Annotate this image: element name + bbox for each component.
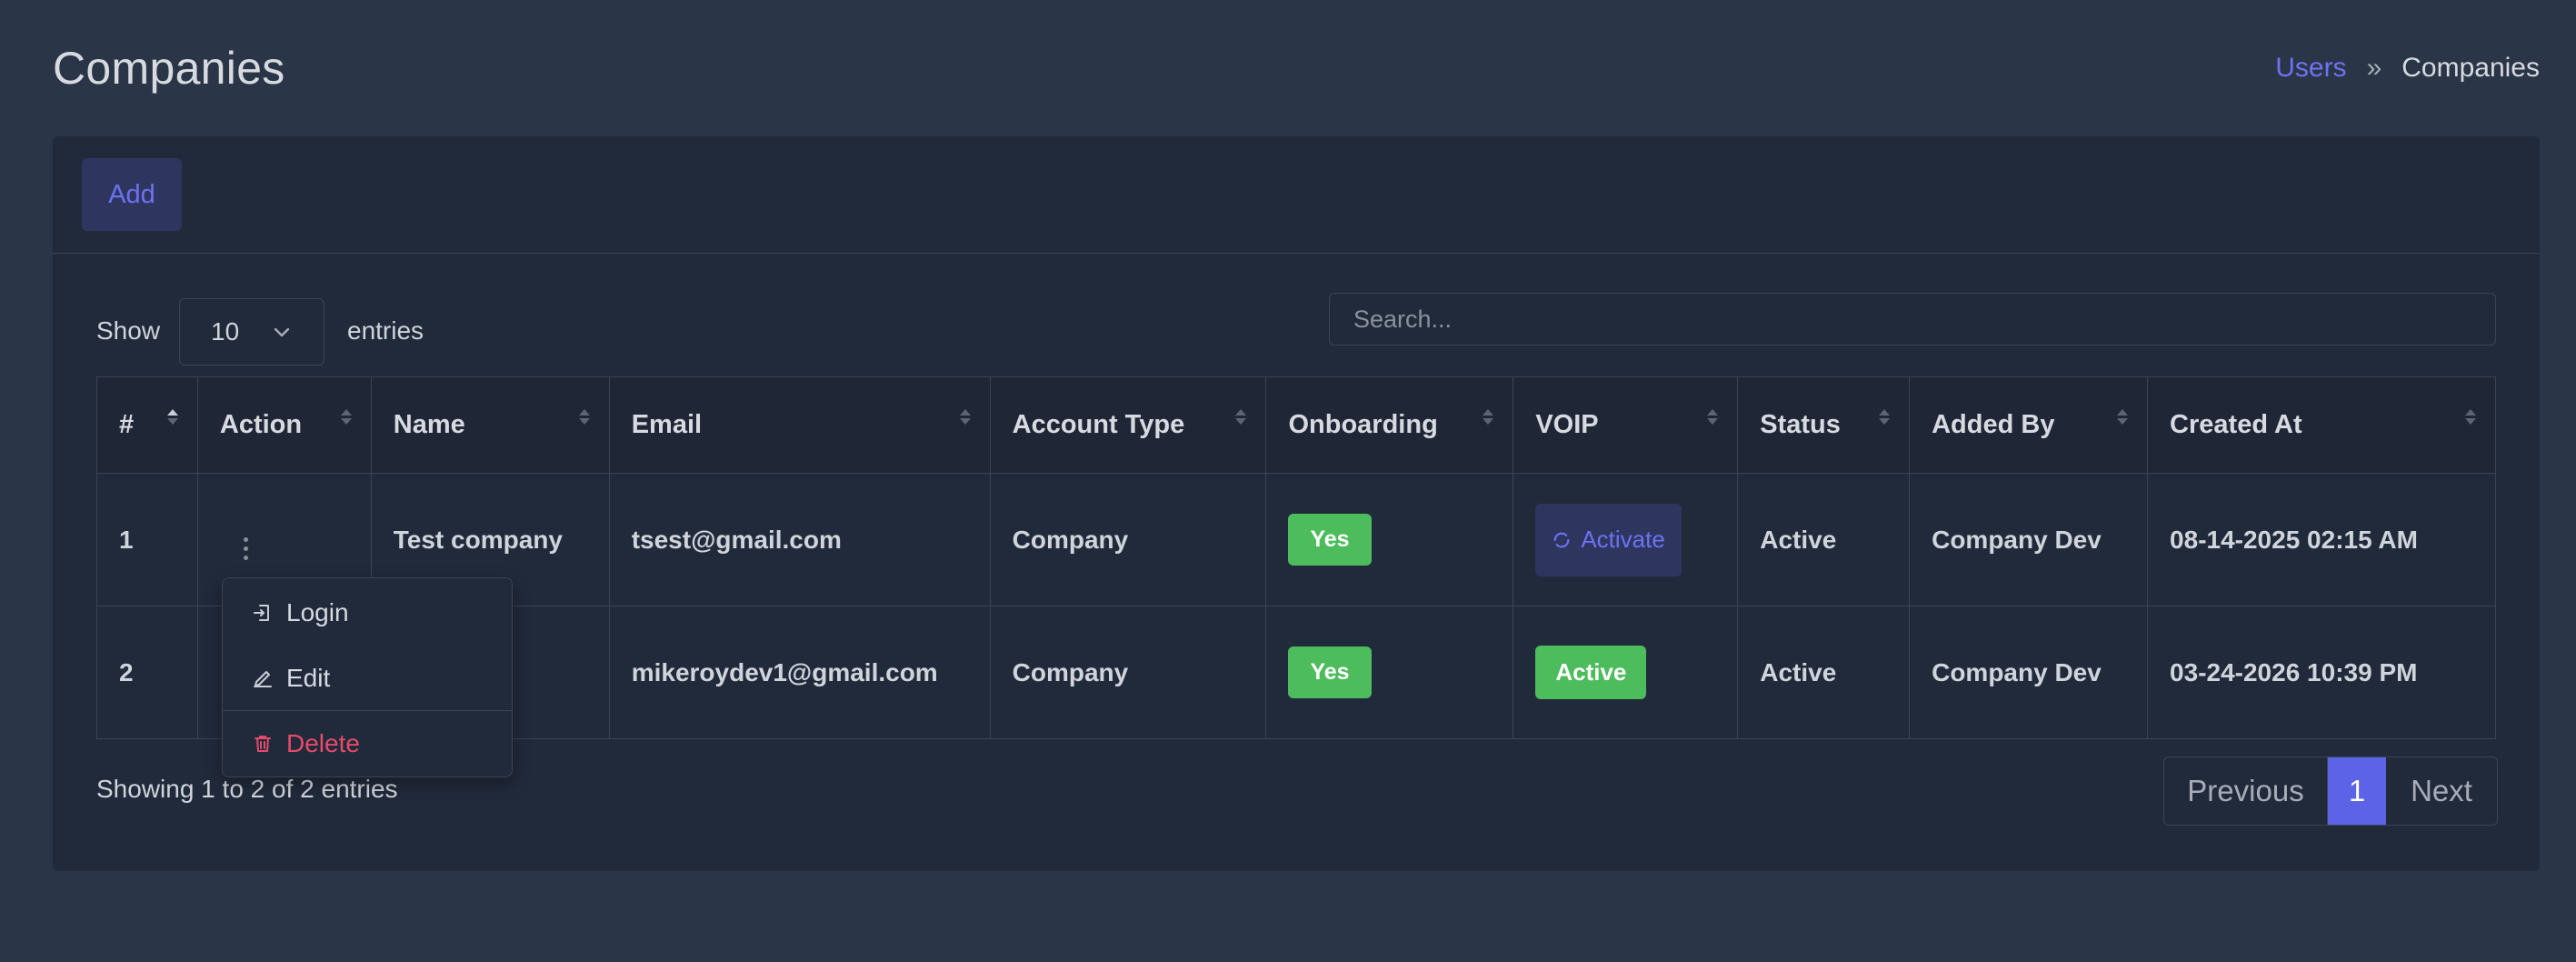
breadcrumb-users-link[interactable]: Users	[2275, 53, 2346, 84]
voip-activate-label: Activate	[1581, 526, 1665, 553]
page-1-button[interactable]: 1	[2328, 757, 2386, 825]
added-by: Company Dev	[1909, 606, 2149, 739]
account-type: Company	[989, 606, 1267, 739]
show-label: Show	[96, 316, 161, 345]
menu-item-edit[interactable]: Edit	[252, 664, 330, 693]
next-page-button[interactable]: Next	[2386, 757, 2497, 825]
menu-item-delete-label: Delete	[286, 729, 360, 757]
row-number: 1	[96, 473, 198, 606]
column-header-number[interactable]: #	[96, 376, 198, 474]
column-header-label: Name	[393, 410, 465, 439]
menu-divider	[223, 710, 512, 711]
onboarding-cell: Yes	[1265, 473, 1514, 606]
page-title: Companies	[53, 43, 285, 94]
column-header-action[interactable]: Action	[196, 376, 372, 474]
column-header-name[interactable]: Name	[370, 376, 610, 474]
trash-icon	[255, 736, 271, 752]
breadcrumb: Users » Companies	[2275, 53, 2540, 84]
sort-icon	[959, 406, 972, 434]
pencil-icon	[254, 671, 272, 687]
table-header-row: # Action Name Email Account Type Onboard…	[96, 376, 2496, 474]
sort-icon	[578, 406, 591, 434]
status-text: Active	[1737, 473, 1911, 606]
table-controls: Show 10 entries	[96, 293, 2496, 366]
status-text: Active	[1737, 606, 1911, 739]
card-toolbar: Add	[53, 136, 2540, 254]
page-length-value: 10	[211, 317, 240, 346]
onboarding-badge: Yes	[1288, 646, 1372, 698]
breadcrumb-separator: »	[2366, 53, 2382, 83]
menu-item-login[interactable]: Login	[252, 598, 349, 627]
created-at: 03-24-2026 10:39 PM	[2147, 606, 2496, 739]
voip-cell: Active	[1513, 606, 1739, 739]
page-length-select[interactable]: 10	[179, 298, 324, 366]
column-header-label: Account Type	[1012, 410, 1185, 439]
column-header-voip[interactable]: VOIP	[1513, 376, 1739, 474]
created-at: 08-14-2025 02:15 AM	[2147, 473, 2496, 606]
column-header-label: Created At	[2170, 410, 2302, 439]
column-header-email[interactable]: Email	[608, 376, 991, 474]
previous-page-button[interactable]: Previous	[2164, 757, 2328, 825]
column-header-label: Onboarding	[1288, 410, 1438, 439]
menu-item-delete[interactable]: Delete	[252, 729, 360, 758]
menu-item-edit-label: Edit	[286, 664, 331, 692]
sort-icon	[2464, 406, 2477, 434]
row-number: 2	[96, 606, 198, 739]
sort-icon	[1878, 406, 1891, 434]
added-by: Company Dev	[1909, 473, 2149, 606]
sort-icon	[166, 406, 179, 434]
column-header-label: Added By	[1932, 410, 2055, 439]
voip-cell: Activate	[1513, 473, 1739, 606]
column-header-label: Status	[1760, 410, 1841, 439]
onboarding-badge: Yes	[1288, 514, 1372, 566]
column-header-label: Email	[631, 410, 703, 439]
table-info: Showing 1 to 2 of 2 entries	[96, 775, 398, 803]
voip-active-button[interactable]: Active	[1535, 646, 1647, 699]
column-header-status[interactable]: Status	[1737, 376, 1911, 474]
row-action-menu: Login Edit Delete	[222, 577, 513, 777]
column-header-onboarding[interactable]: Onboarding	[1265, 376, 1514, 474]
page-header: Companies Users » Companies	[53, 36, 2540, 100]
onboarding-cell: Yes	[1265, 606, 1514, 739]
sort-icon	[340, 406, 353, 434]
sort-icon	[1234, 406, 1247, 434]
company-email: tsest@gmail.com	[608, 473, 991, 606]
voip-activate-button[interactable]: Activate	[1535, 503, 1682, 576]
chevron-down-icon	[274, 327, 290, 337]
sort-icon	[2116, 406, 2129, 434]
sort-icon	[1482, 406, 1494, 434]
column-header-label: Action	[219, 410, 303, 439]
sort-icon	[1706, 406, 1719, 434]
breadcrumb-current: Companies	[2401, 53, 2540, 83]
column-header-label: #	[119, 410, 135, 439]
more-vertical-icon[interactable]	[243, 537, 248, 560]
column-header-account-type[interactable]: Account Type	[989, 376, 1267, 474]
entries-label: entries	[347, 316, 424, 345]
column-header-label: VOIP	[1535, 410, 1599, 439]
company-email: mikeroydev1@gmail.com	[608, 606, 991, 739]
column-header-added-by[interactable]: Added By	[1909, 376, 2149, 474]
column-header-created-at[interactable]: Created At	[2147, 376, 2496, 474]
login-icon	[254, 605, 269, 621]
account-type: Company	[989, 473, 1267, 606]
refresh-icon	[1553, 532, 1570, 547]
search-input[interactable]	[1329, 293, 2496, 346]
add-button[interactable]: Add	[82, 158, 182, 231]
menu-item-login-label: Login	[286, 598, 349, 626]
pagination: Previous 1 Next	[2163, 757, 2498, 826]
